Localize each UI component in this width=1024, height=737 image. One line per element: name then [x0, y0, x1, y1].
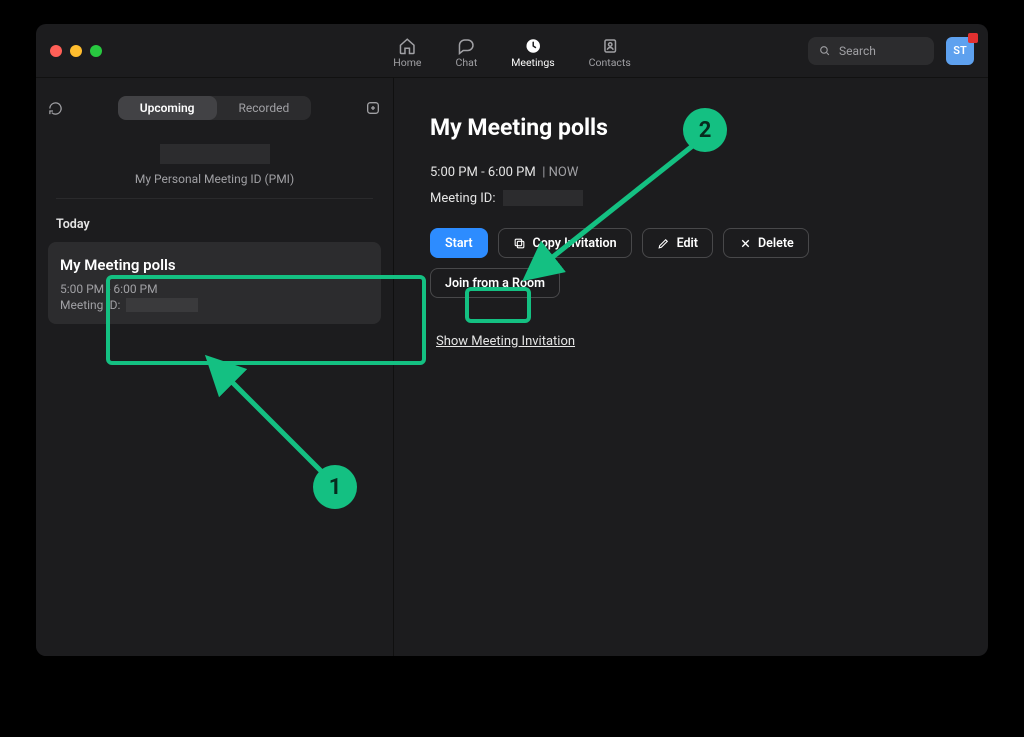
- avatar[interactable]: ST: [946, 37, 974, 65]
- action-row-1: Start Copy Invitation Edit: [430, 228, 952, 258]
- nav-chat[interactable]: Chat: [455, 33, 477, 69]
- meeting-id-label: Meeting ID:: [430, 191, 495, 206]
- pmi-block[interactable]: My Personal Meeting ID (PMI): [56, 120, 373, 199]
- meeting-card-id-row: Meeting ID:: [60, 298, 369, 312]
- contacts-icon: [601, 37, 619, 55]
- app-window: Home Chat Meetings Contacts: [36, 24, 988, 656]
- nav-meetings-label: Meetings: [511, 56, 554, 69]
- edit-label: Edit: [677, 236, 698, 251]
- nav-chat-label: Chat: [455, 56, 477, 69]
- delete-button[interactable]: Delete: [723, 228, 809, 258]
- start-button[interactable]: Start: [430, 228, 488, 258]
- nav-meetings[interactable]: Meetings: [511, 33, 554, 69]
- meeting-time-row: 5:00 PM - 6:00 PM | NOW: [430, 165, 952, 180]
- search-placeholder: Search: [839, 44, 876, 58]
- meeting-card-title: My Meeting polls: [60, 256, 369, 274]
- meeting-time: 5:00 PM - 6:00 PM: [430, 165, 536, 180]
- search-input[interactable]: Search: [808, 37, 934, 65]
- avatar-initials: ST: [953, 44, 966, 57]
- copy-invitation-button[interactable]: Copy Invitation: [498, 228, 632, 258]
- meeting-card-id-redacted: [126, 298, 198, 312]
- edit-button[interactable]: Edit: [642, 228, 713, 258]
- meeting-card-id-label: Meeting ID:: [60, 298, 120, 312]
- nav-contacts[interactable]: Contacts: [589, 33, 631, 69]
- avatar-notification-badge: [968, 33, 978, 43]
- time-separator: |: [542, 165, 545, 180]
- meeting-id-redacted: [503, 190, 583, 206]
- join-room-label: Join from a Room: [445, 276, 545, 291]
- window-controls: [36, 45, 102, 57]
- plus-icon: [365, 100, 381, 116]
- window-maximize[interactable]: [90, 45, 102, 57]
- pencil-icon: [657, 236, 671, 250]
- refresh-icon: [48, 101, 63, 116]
- refresh-button[interactable]: [48, 101, 68, 116]
- delete-label: Delete: [758, 236, 794, 251]
- meeting-card[interactable]: My Meeting polls 5:00 PM - 6:00 PM Meeti…: [48, 242, 381, 324]
- meeting-card-time: 5:00 PM - 6:00 PM: [60, 282, 369, 296]
- tab-recorded[interactable]: Recorded: [217, 96, 312, 120]
- sidebar: Upcoming Recorded My Personal Meeting ID…: [36, 78, 394, 656]
- join-from-room-button[interactable]: Join from a Room: [430, 268, 560, 298]
- body: Upcoming Recorded My Personal Meeting ID…: [36, 78, 988, 656]
- window-close[interactable]: [50, 45, 62, 57]
- chat-icon: [457, 37, 475, 55]
- x-icon: [738, 236, 752, 250]
- meeting-id-row: Meeting ID:: [430, 190, 952, 206]
- home-icon: [398, 37, 416, 55]
- main-panel: My Meeting polls 5:00 PM - 6:00 PM | NOW…: [394, 78, 988, 656]
- window-minimize[interactable]: [70, 45, 82, 57]
- pmi-label: My Personal Meeting ID (PMI): [56, 172, 373, 186]
- clock-icon: [524, 37, 542, 55]
- sidebar-segment: Upcoming Recorded: [118, 96, 312, 120]
- sidebar-toolbar: Upcoming Recorded: [48, 96, 381, 120]
- show-invitation-link[interactable]: Show Meeting Invitation: [436, 334, 575, 349]
- titlebar: Home Chat Meetings Contacts: [36, 24, 988, 78]
- titlebar-right: Search ST: [808, 37, 974, 65]
- now-label: NOW: [549, 165, 579, 180]
- copy-icon: [513, 236, 527, 250]
- start-button-label: Start: [445, 236, 473, 251]
- search-icon: [818, 44, 831, 57]
- pmi-id-redacted: [160, 144, 270, 164]
- nav-contacts-label: Contacts: [589, 56, 631, 69]
- nav-home-label: Home: [393, 56, 421, 69]
- today-label: Today: [48, 199, 381, 242]
- meeting-title: My Meeting polls: [430, 114, 952, 141]
- action-row-2: Join from a Room: [430, 268, 952, 298]
- tab-upcoming[interactable]: Upcoming: [118, 96, 217, 120]
- new-meeting-button[interactable]: [361, 100, 381, 116]
- nav-home[interactable]: Home: [393, 33, 421, 69]
- top-nav: Home Chat Meetings Contacts: [393, 24, 631, 78]
- copy-invitation-label: Copy Invitation: [533, 236, 617, 251]
